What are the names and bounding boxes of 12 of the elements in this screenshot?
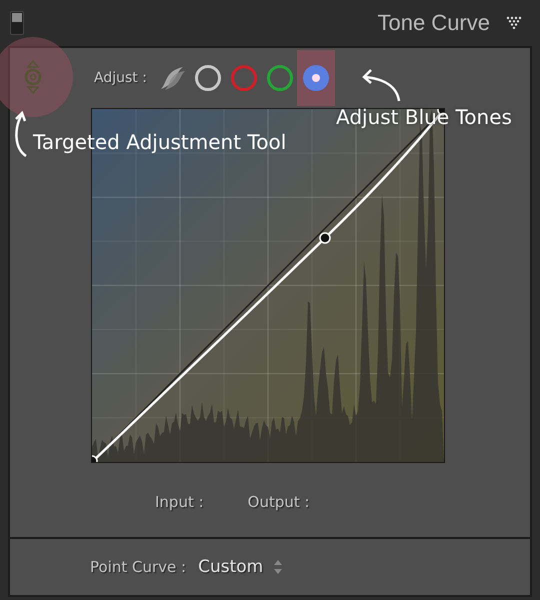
annotation-label: Targeted Adjustment Tool — [33, 130, 286, 154]
stepper-icon — [273, 559, 284, 575]
output-label: Output : — [248, 493, 310, 511]
panel-switch[interactable] — [10, 11, 24, 35]
channel-button[interactable] — [296, 50, 335, 106]
point-curve-select[interactable]: Custom — [198, 557, 284, 577]
triangle-icon[interactable] — [506, 16, 522, 30]
panel-title: Tone Curve — [377, 10, 490, 36]
input-label: Input : — [155, 493, 204, 511]
adjust-label: Adjust : — [94, 70, 147, 86]
curved-arrow — [361, 67, 403, 103]
point-curve-label: Point Curve : — [90, 558, 186, 576]
